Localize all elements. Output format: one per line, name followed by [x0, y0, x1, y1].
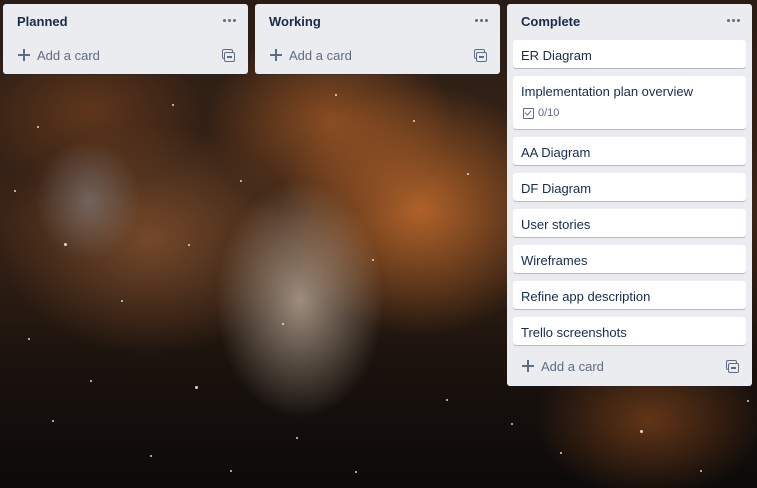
checklist-count: 0/10 — [538, 107, 560, 119]
card-df-diagram[interactable]: DF Diagram — [513, 173, 746, 201]
card-refine-app-description[interactable]: Refine app description — [513, 281, 746, 309]
star — [172, 104, 174, 106]
star — [282, 323, 284, 325]
checklist-icon — [523, 107, 534, 119]
plus-icon — [522, 360, 534, 372]
checklist-badge: 0/10 — [523, 107, 559, 119]
card-title: User stories — [521, 217, 591, 232]
star — [560, 452, 562, 454]
card-list: ER Diagram Implementation plan overview … — [507, 40, 752, 345]
card-title: Implementation plan overview — [521, 84, 693, 99]
star — [150, 455, 152, 457]
card-title: Trello screenshots — [521, 325, 627, 340]
card-wireframes[interactable]: Wireframes — [513, 245, 746, 273]
star — [747, 400, 749, 402]
star — [121, 300, 123, 302]
card-aa-diagram[interactable]: AA Diagram — [513, 137, 746, 165]
star — [28, 338, 30, 340]
list-header: Working — [255, 4, 500, 38]
card-template-icon[interactable] — [724, 358, 740, 374]
more-horizontal-icon[interactable] — [470, 10, 492, 30]
plus-icon — [18, 49, 30, 61]
star — [230, 470, 232, 472]
list-title[interactable]: Planned — [17, 14, 68, 29]
more-horizontal-icon[interactable] — [722, 10, 744, 30]
card-title: AA Diagram — [521, 145, 591, 160]
star — [640, 430, 643, 433]
add-card-button[interactable]: Add a card — [507, 349, 752, 383]
add-card-button[interactable]: Add a card — [255, 38, 500, 72]
star — [90, 380, 92, 382]
star — [335, 94, 337, 96]
star — [188, 244, 190, 246]
plus-icon — [270, 49, 282, 61]
list-title[interactable]: Working — [269, 14, 321, 29]
add-card-label: Add a card — [541, 359, 604, 374]
list-planned: Planned Add a card — [3, 4, 248, 74]
card-er-diagram[interactable]: ER Diagram — [513, 40, 746, 68]
card-title: DF Diagram — [521, 181, 592, 196]
card-implementation-plan[interactable]: Implementation plan overview 0/10 — [513, 76, 746, 129]
star — [700, 470, 702, 472]
star — [467, 173, 469, 175]
star — [240, 180, 242, 182]
list-header: Planned — [3, 4, 248, 38]
card-user-stories[interactable]: User stories — [513, 209, 746, 237]
star — [372, 259, 374, 261]
list-title[interactable]: Complete — [521, 14, 580, 29]
card-template-icon[interactable] — [472, 47, 488, 63]
more-horizontal-icon[interactable] — [218, 10, 240, 30]
list-working: Working Add a card — [255, 4, 500, 74]
star — [296, 437, 298, 439]
star — [355, 471, 357, 473]
star — [52, 420, 54, 422]
list-complete: Complete ER Diagram Implementation plan … — [507, 4, 752, 386]
card-title: Refine app description — [521, 289, 651, 304]
card-template-icon[interactable] — [220, 47, 236, 63]
star — [14, 190, 16, 192]
star — [511, 423, 513, 425]
add-card-button[interactable]: Add a card — [3, 38, 248, 72]
card-title: ER Diagram — [521, 48, 592, 63]
star — [413, 120, 415, 122]
add-card-label: Add a card — [289, 48, 352, 63]
star — [37, 126, 39, 128]
star — [64, 243, 67, 246]
card-trello-screenshots[interactable]: Trello screenshots — [513, 317, 746, 345]
list-header: Complete — [507, 4, 752, 38]
star — [195, 386, 198, 389]
add-card-label: Add a card — [37, 48, 100, 63]
card-title: Wireframes — [521, 253, 588, 268]
star — [446, 399, 448, 401]
